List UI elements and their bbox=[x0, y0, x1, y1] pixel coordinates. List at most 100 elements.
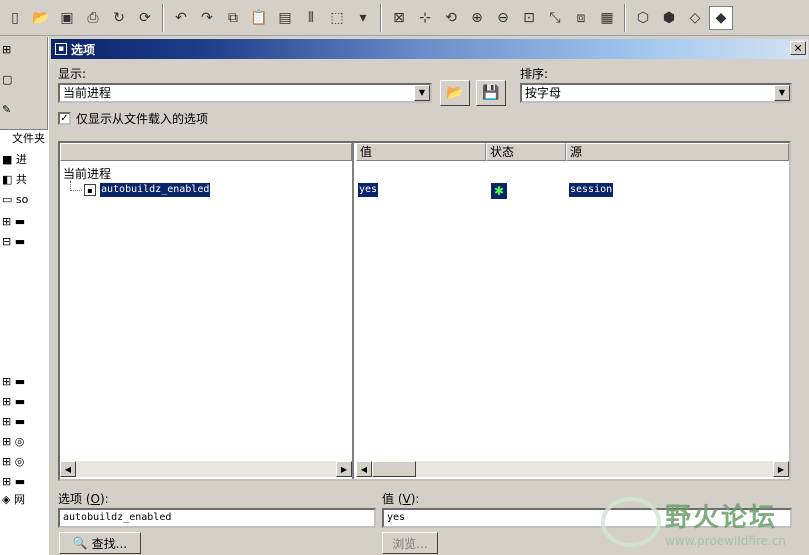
paste-special-icon[interactable]: ▤ bbox=[273, 6, 297, 30]
dialog-titlebar[interactable]: ▪ 选项 ✕ bbox=[51, 39, 808, 59]
close-button[interactable]: ✕ bbox=[790, 41, 806, 55]
left-panel-icon[interactable]: ✎ bbox=[2, 101, 11, 117]
folder-tab[interactable]: 文件夹 bbox=[0, 129, 48, 147]
watermark-title: 野火论坛 bbox=[665, 502, 778, 533]
layers-icon[interactable]: ▦ bbox=[595, 6, 619, 30]
open-folder-icon[interactable]: 📂 bbox=[29, 6, 53, 30]
print-icon[interactable]: ⎙ bbox=[81, 6, 105, 30]
toolbar-separator bbox=[380, 3, 382, 32]
mirror-icon[interactable]: ⫴ bbox=[299, 6, 323, 30]
tree-item[interactable]: 网 bbox=[14, 491, 25, 507]
value-field-label: 值 (V): bbox=[382, 492, 420, 506]
wireframe-icon[interactable]: ⬡ bbox=[631, 6, 655, 30]
find-button[interactable]: 🔍 查找... bbox=[59, 532, 141, 554]
saved-views-icon[interactable]: ⧈ bbox=[569, 6, 593, 30]
collapse-icon[interactable]: ⊟ ▬ bbox=[2, 233, 25, 249]
right-hscrollbar[interactable]: ◀ ▶ bbox=[356, 461, 789, 477]
option-value[interactable]: yes bbox=[358, 183, 379, 197]
sort-label: 排序: bbox=[520, 67, 549, 81]
expand-icon[interactable]: ⊞ ◎ bbox=[2, 433, 24, 449]
chevron-down-icon[interactable]: ▼ bbox=[774, 85, 790, 101]
expand-icon[interactable]: ⊞ ▬ bbox=[2, 473, 25, 489]
zoom-in-icon[interactable]: ⊕ bbox=[465, 6, 489, 30]
open-config-button[interactable]: 📂 bbox=[440, 80, 470, 106]
expand-icon[interactable]: ⊞ ▬ bbox=[2, 373, 25, 389]
no-hidden-icon[interactable]: ◇ bbox=[683, 6, 707, 30]
dialog-title: 选项 bbox=[71, 42, 96, 57]
browse-button[interactable]: 浏览... bbox=[382, 532, 438, 554]
option-tree-pane: 当前进程 ▪ autobuildz_enabled ◀ ▶ bbox=[60, 143, 354, 479]
chevron-down-icon[interactable]: ▼ bbox=[414, 85, 430, 101]
expand-icon[interactable]: ⊞ ▬ bbox=[2, 413, 25, 429]
main-toolbar: ▯ 📂 ▣ ⎙ ↻ ⟳ ↶ ↷ ⧉ 📋 ▤ ⫴ ⬚ ▾ ⊠ ⊹ ⟲ ⊕ ⊖ ⊡ … bbox=[0, 0, 809, 36]
dropdown-arrow-icon[interactable]: ▾ bbox=[351, 6, 375, 30]
column-header-value[interactable]: 值 bbox=[356, 143, 486, 161]
computer-icon: ■ bbox=[2, 152, 13, 166]
tree-item[interactable]: 进 bbox=[16, 151, 27, 167]
search-icon: 🔍 bbox=[72, 536, 88, 550]
display-select-value: 当前进程 bbox=[63, 86, 112, 100]
forum-watermark: 野火论坛 www.proewildfire.cn bbox=[601, 490, 806, 554]
expand-icon[interactable]: ⊞ ◎ bbox=[2, 453, 24, 469]
tree-item[interactable]: 共 bbox=[16, 171, 27, 187]
column-header-status[interactable]: 状态 bbox=[486, 143, 566, 161]
filter-option[interactable]: ✓ 仅显示从文件载入的选项 bbox=[58, 110, 208, 127]
paste-icon[interactable]: 📋 bbox=[247, 6, 271, 30]
save-config-button[interactable]: 💾 bbox=[476, 80, 506, 106]
refresh-icon[interactable]: ↻ bbox=[107, 6, 131, 30]
watermark-logo bbox=[601, 497, 661, 547]
filter-checkbox[interactable]: ✓ bbox=[58, 112, 71, 125]
status-icon: ✱ bbox=[491, 183, 507, 199]
sort-select[interactable]: 按字母 ▼ bbox=[520, 83, 792, 103]
spin-icon[interactable]: ⟲ bbox=[439, 6, 463, 30]
scroll-left-icon[interactable]: ◀ bbox=[356, 461, 372, 477]
undo-icon[interactable]: ↶ bbox=[169, 6, 193, 30]
option-name-input[interactable]: autobuildz_enabled bbox=[58, 508, 376, 528]
toolbar-separator bbox=[624, 3, 626, 32]
option-node-icon: ▪ bbox=[84, 184, 96, 196]
scroll-right-icon[interactable]: ▶ bbox=[773, 461, 789, 477]
left-panel-icon[interactable]: ▢ bbox=[2, 71, 12, 87]
hidden-line-icon[interactable]: ⬢ bbox=[657, 6, 681, 30]
folder-tree: ■ 进 ◧ 共 ▭ so ⊞ ▬ ⊟ ▬ ⊞ ▬ ⊞ ▬ ⊞ ▬ ⊞ ◎ ⊞ ◎… bbox=[0, 147, 48, 555]
host-left-panel: ⊞ ▢ ✎ 文件夹 ■ 进 ◧ 共 ▭ so ⊞ ▬ ⊟ ▬ ⊞ ▬ ⊞ ▬ ⊞… bbox=[0, 37, 48, 555]
open-folder-icon: 📂 bbox=[446, 85, 464, 101]
left-panel-icon[interactable]: ⊞ bbox=[2, 41, 11, 57]
shading-icon[interactable]: ◆ bbox=[709, 5, 733, 30]
scroll-left-icon[interactable]: ◀ bbox=[60, 461, 76, 477]
filter-label: 仅显示从文件载入的选项 bbox=[76, 112, 209, 126]
network-icon: ◈ bbox=[2, 492, 11, 506]
scroll-right-icon[interactable]: ▶ bbox=[336, 461, 352, 477]
save-copy-icon: 💾 bbox=[482, 85, 500, 101]
tree-header bbox=[60, 143, 352, 161]
folder-icon: ◧ bbox=[2, 172, 13, 186]
tree-item[interactable]: so bbox=[16, 193, 28, 206]
new-file-icon[interactable]: ▯ bbox=[3, 6, 27, 30]
refit-icon[interactable]: ⊡ bbox=[517, 6, 541, 30]
orient-icon[interactable]: ⤡ bbox=[543, 6, 567, 30]
copy-icon[interactable]: ⧉ bbox=[221, 6, 245, 30]
column-header-source[interactable]: 源 bbox=[566, 143, 789, 161]
option-name[interactable]: autobuildz_enabled bbox=[100, 183, 211, 197]
regenerate-icon[interactable]: ⟳ bbox=[133, 6, 157, 30]
options-list: 当前进程 ▪ autobuildz_enabled ◀ ▶ 值 状态 源 yes… bbox=[58, 141, 791, 481]
expand-icon[interactable]: ⊞ ▬ bbox=[2, 213, 25, 229]
tree-root[interactable]: 当前进程 bbox=[63, 165, 111, 182]
option-source[interactable]: session bbox=[569, 183, 614, 197]
sort-select-value: 按字母 bbox=[525, 86, 562, 100]
display-select[interactable]: 当前进程 ▼ bbox=[58, 83, 432, 103]
display-label: 显示: bbox=[58, 67, 87, 81]
select-box-icon[interactable]: ⬚ bbox=[325, 6, 349, 30]
left-hscrollbar[interactable]: ◀ ▶ bbox=[60, 461, 352, 477]
toolbar-separator bbox=[162, 3, 164, 32]
scroll-thumb[interactable] bbox=[372, 461, 416, 477]
expand-icon[interactable]: ⊞ ▬ bbox=[2, 393, 25, 409]
zoom-out-icon[interactable]: ⊖ bbox=[491, 6, 515, 30]
redo-icon[interactable]: ↷ bbox=[195, 6, 219, 30]
window-icon: ▪ bbox=[55, 43, 67, 55]
find-button-label: 查找... bbox=[91, 536, 128, 551]
datum-icon[interactable]: ⊹ bbox=[413, 6, 437, 30]
sketch-icon[interactable]: ⊠ bbox=[387, 6, 411, 30]
monitor-icon: ▭ bbox=[2, 192, 13, 206]
save-icon[interactable]: ▣ bbox=[55, 6, 79, 30]
